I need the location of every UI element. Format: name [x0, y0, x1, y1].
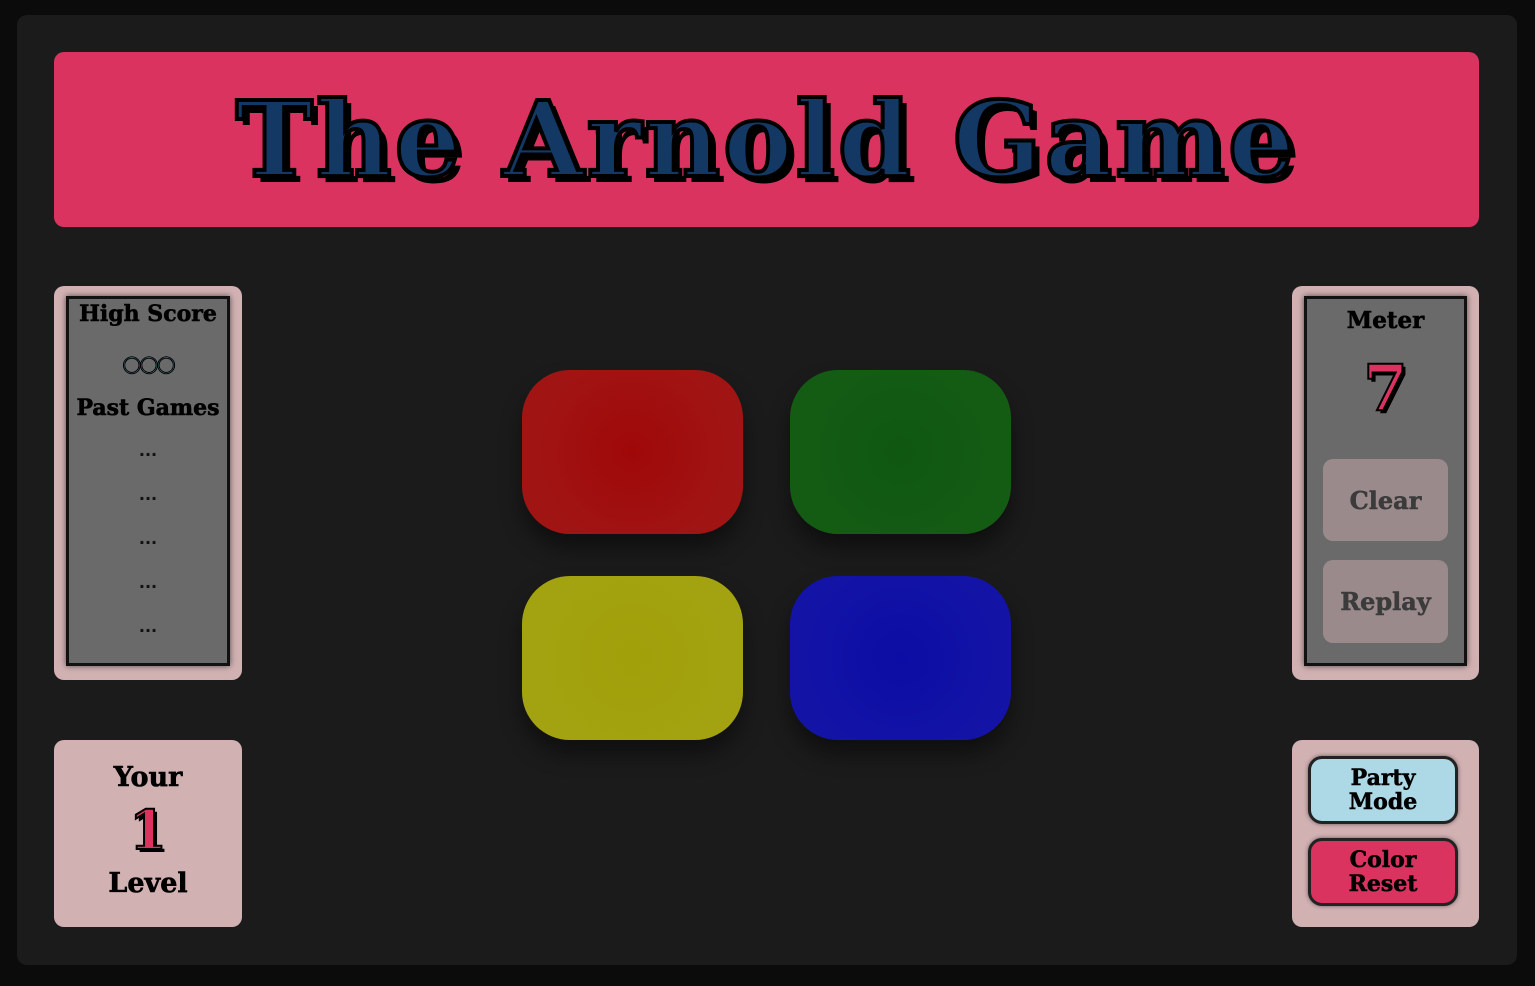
meter-value: 7: [1362, 350, 1409, 427]
green-pad[interactable]: [790, 370, 1011, 534]
level-value: 1: [128, 797, 168, 863]
meter-inner: Meter 7 Clear Replay: [1304, 296, 1467, 666]
color-reset-button[interactable]: Color Reset: [1308, 838, 1458, 906]
mode-panel: Party Mode Color Reset: [1292, 740, 1479, 927]
party-mode-button[interactable]: Party Mode: [1308, 756, 1458, 824]
red-pad[interactable]: [522, 370, 743, 534]
high-score-inner: High Score ○○○ Past Games ... ... ... ..…: [66, 296, 230, 666]
past-game-item: ...: [138, 617, 158, 636]
level-top-label: Your: [113, 762, 183, 794]
yellow-pad[interactable]: [522, 576, 743, 740]
party-mode-label: Party Mode: [1348, 765, 1418, 815]
past-game-item: ...: [138, 573, 158, 592]
past-games-label: Past Games: [76, 395, 220, 422]
replay-button[interactable]: Replay: [1323, 560, 1448, 643]
past-game-item: ...: [138, 441, 158, 460]
past-games-list: ... ... ... ... ...: [69, 441, 227, 661]
clear-button[interactable]: Clear: [1323, 459, 1448, 541]
high-score-value: ○○○: [122, 351, 177, 378]
game-container: The Arnold Game High Score ○○○ Past Game…: [17, 15, 1517, 965]
meter-panel: Meter 7 Clear Replay: [1292, 286, 1479, 680]
blue-pad[interactable]: [790, 576, 1011, 740]
game-title: The Arnold Game: [234, 76, 1298, 203]
high-score-panel: High Score ○○○ Past Games ... ... ... ..…: [54, 286, 242, 680]
level-card: Your 1 Level: [54, 740, 242, 927]
color-reset-label: Color Reset: [1348, 847, 1418, 897]
meter-label: Meter: [1346, 307, 1425, 335]
past-game-item: ...: [138, 485, 158, 504]
level-bottom-label: Level: [108, 868, 188, 900]
past-game-item: ...: [138, 529, 158, 548]
high-score-label: High Score: [79, 301, 217, 328]
title-banner: The Arnold Game: [54, 52, 1479, 227]
